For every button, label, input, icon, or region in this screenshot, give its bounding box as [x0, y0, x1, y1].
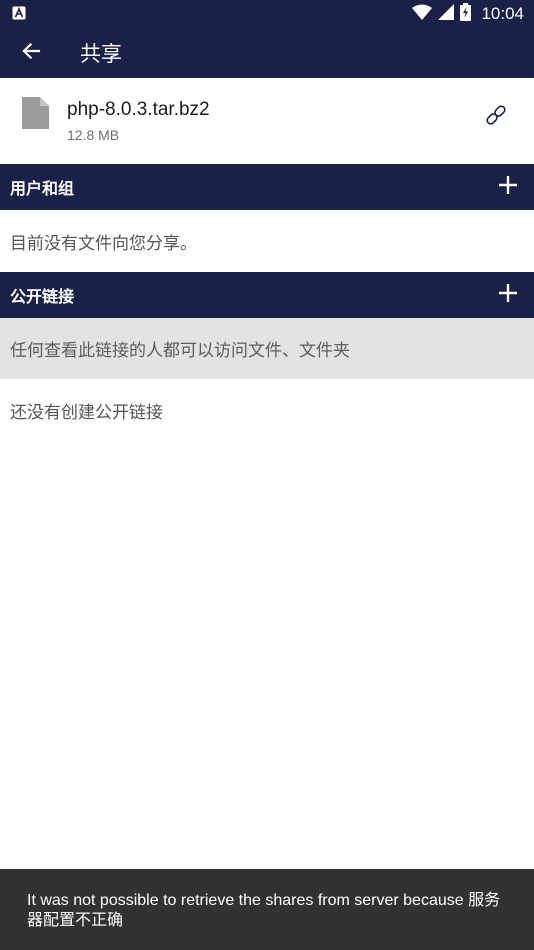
public-links-title: 公开链接 — [10, 287, 75, 306]
no-public-links-text: 还没有创建公开链接 — [10, 403, 163, 423]
add-public-link-button[interactable] — [498, 283, 518, 307]
status-time: 10:04 — [481, 4, 524, 23]
public-link-hint: 任何查看此链接的人都可以访问文件、文件夹 — [0, 318, 534, 379]
link-icon[interactable] — [483, 102, 509, 132]
public-links-header: 公开链接 — [0, 272, 534, 318]
file-name: php-8.0.3.tar.bz2 — [67, 99, 210, 120]
no-user-shares-text: 目前没有文件向您分享。 — [10, 233, 197, 254]
battery-icon — [460, 3, 472, 25]
signal-icon — [438, 4, 455, 24]
file-size: 12.8 MB — [67, 127, 120, 143]
plus-icon — [498, 283, 518, 307]
snackbar-message: It was not possible to retrieve the shar… — [27, 892, 501, 929]
file-icon — [22, 97, 49, 133]
error-snackbar: It was not possible to retrieve the shar… — [0, 869, 534, 950]
add-user-share-button[interactable] — [498, 175, 518, 199]
file-info-row: php-8.0.3.tar.bz2 12.8 MB — [0, 78, 534, 164]
plus-icon — [498, 175, 518, 199]
app-toolbar: 共享 — [0, 28, 534, 78]
page-title: 共享 — [80, 42, 122, 66]
wifi-icon — [412, 4, 433, 24]
arrow-back-icon — [21, 41, 41, 65]
back-button[interactable] — [0, 28, 62, 78]
users-groups-title: 用户和组 — [10, 179, 75, 198]
status-bar: 10:04 — [0, 0, 534, 28]
app-notification-icon — [12, 5, 26, 24]
users-groups-header: 用户和组 — [0, 164, 534, 210]
